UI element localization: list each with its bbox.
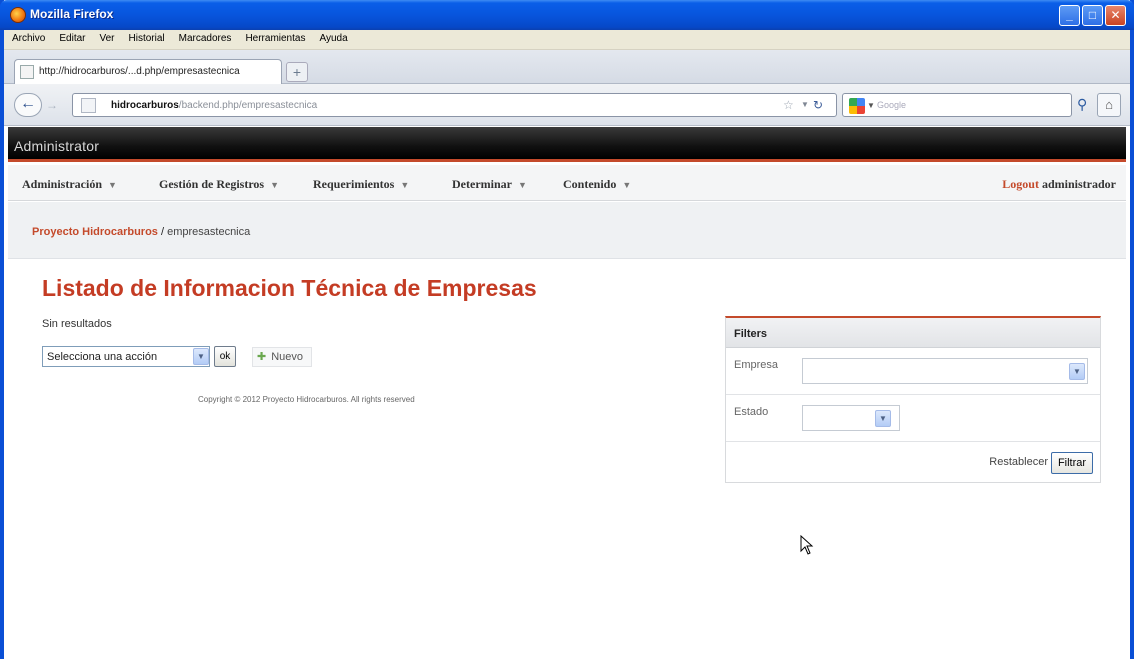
copyright-text: Copyright © 2012 Proyecto Hidrocarburos.… bbox=[198, 395, 415, 404]
batch-action-select[interactable]: Selecciona una acción ▼ bbox=[42, 346, 210, 367]
minimize-button[interactable]: _ bbox=[1059, 5, 1080, 26]
title-bar: Mozilla Firefox _ □ ✕ bbox=[0, 0, 1134, 30]
back-button[interactable]: ← bbox=[14, 93, 42, 117]
bookmark-star-icon[interactable]: ☆ bbox=[783, 98, 794, 112]
chevron-down-icon[interactable]: ▼ bbox=[875, 410, 891, 427]
breadcrumb-separator: / bbox=[157, 226, 168, 238]
menu-ayuda[interactable]: Ayuda bbox=[311, 30, 353, 44]
search-icon[interactable]: ⚲ bbox=[1077, 96, 1087, 113]
breadcrumb: Proyecto Hidrocarburos / empresastecnica bbox=[32, 226, 250, 238]
tab-label: http://hidrocarburos/...d.php/empresaste… bbox=[39, 66, 240, 77]
nav-gestion-registros[interactable]: Gestión de Registros ▼ bbox=[159, 177, 279, 192]
chevron-down-icon: ▼ bbox=[517, 180, 527, 190]
menu-bar: Archivo Editar Ver Historial Marcadores Herra… bbox=[4, 30, 1130, 50]
batch-action-value: Selecciona una acción bbox=[47, 351, 158, 363]
chevron-down-icon: ▼ bbox=[108, 180, 117, 190]
menu-archivo[interactable]: Archivo bbox=[4, 30, 51, 44]
breadcrumb-current: empresastecnica bbox=[167, 226, 251, 238]
nav-administracion[interactable]: Administración ▼ bbox=[22, 177, 117, 192]
menu-ver[interactable]: Ver bbox=[91, 30, 120, 44]
filter-button[interactable]: Filtrar bbox=[1051, 452, 1093, 474]
new-tab-button[interactable]: + bbox=[286, 62, 308, 82]
mouse-cursor-icon bbox=[800, 535, 814, 555]
menu-marcadores[interactable]: Marcadores bbox=[171, 30, 238, 44]
chevron-down-icon: ▼ bbox=[270, 180, 280, 190]
username: administrador bbox=[1041, 177, 1116, 191]
logout-link[interactable]: Logout bbox=[1002, 177, 1039, 191]
no-results-text: Sin resultados bbox=[42, 318, 112, 330]
new-button-label: Nuevo bbox=[271, 351, 304, 363]
page-icon bbox=[20, 65, 34, 79]
filters-title: Filters bbox=[726, 318, 1100, 348]
history-dropdown-icon[interactable]: ▼ bbox=[801, 100, 809, 109]
window-title: Mozilla Firefox bbox=[30, 7, 114, 21]
url-bar[interactable]: hidrocarburos/backend.php/empresastecnic… bbox=[72, 93, 837, 117]
filters-panel: Filters Empresa ▼ Estado ▼ Restablecer F… bbox=[725, 316, 1101, 483]
menu-editar[interactable]: Editar bbox=[51, 30, 91, 44]
filter-row-estado: Estado ▼ bbox=[726, 395, 1100, 442]
chevron-down-icon: ▼ bbox=[622, 180, 632, 190]
nav-contenido[interactable]: Contenido ▼ bbox=[563, 177, 631, 192]
menu-historial[interactable]: Historial bbox=[121, 30, 171, 44]
url-text[interactable]: hidrocarburos/backend.php/empresastecnic… bbox=[111, 100, 317, 111]
firefox-icon bbox=[10, 7, 26, 23]
logout-area: Logout administrador bbox=[1002, 177, 1116, 192]
chevron-down-icon: ▼ bbox=[400, 180, 410, 190]
reset-link[interactable]: Restablecer bbox=[989, 456, 1048, 468]
search-placeholder: Google bbox=[877, 100, 907, 110]
filter-actions: Restablecer Filtrar bbox=[726, 442, 1100, 484]
chevron-down-icon[interactable]: ▼ bbox=[193, 348, 209, 365]
page-title: Listado de Informacion Técnica de Empres… bbox=[42, 275, 537, 301]
empresa-label: Empresa bbox=[734, 359, 779, 371]
reload-icon[interactable]: ↻ bbox=[813, 98, 823, 112]
menu-herramientas[interactable]: Herramientas bbox=[237, 30, 311, 44]
filter-row-empresa: Empresa ▼ bbox=[726, 348, 1100, 395]
close-button[interactable]: ✕ bbox=[1105, 5, 1126, 26]
estado-select[interactable]: ▼ bbox=[802, 405, 900, 431]
breadcrumb-bar: Proyecto Hidrocarburos / empresastecnica bbox=[8, 202, 1126, 259]
main-nav: Administración ▼ Gestión de Registros ▼ Re… bbox=[8, 165, 1126, 201]
tab-empresastecnica[interactable]: http://hidrocarburos/...d.php/empresaste… bbox=[14, 59, 282, 84]
maximize-button[interactable]: □ bbox=[1082, 5, 1103, 26]
page-content: Administrator Administración ▼ Gestión de… bbox=[8, 127, 1126, 659]
page-icon bbox=[81, 98, 96, 113]
search-bar[interactable]: ▼ Google bbox=[842, 93, 1072, 117]
admin-title: Administrator bbox=[14, 138, 100, 154]
new-button[interactable]: ✚ Nuevo bbox=[252, 347, 313, 367]
plus-icon: ✚ bbox=[257, 351, 267, 363]
tab-strip: http://hidrocarburos/...d.php/empresaste… bbox=[4, 50, 1130, 84]
admin-header: Administrator bbox=[8, 127, 1126, 162]
google-icon[interactable] bbox=[849, 98, 865, 114]
breadcrumb-home-link[interactable]: Proyecto Hidrocarburos bbox=[32, 226, 158, 238]
search-engine-dropdown-icon[interactable]: ▼ bbox=[867, 101, 875, 110]
nav-determinar[interactable]: Determinar ▼ bbox=[452, 177, 527, 192]
estado-label: Estado bbox=[734, 406, 769, 418]
forward-button[interactable]: → bbox=[42, 96, 62, 114]
navigation-bar: ← → hidrocarburos/backend.php/empresaste… bbox=[4, 84, 1130, 126]
empresa-select[interactable]: ▼ bbox=[802, 358, 1088, 384]
ok-button[interactable]: ok bbox=[214, 346, 236, 367]
home-icon[interactable]: ⌂ bbox=[1097, 93, 1121, 117]
chevron-down-icon[interactable]: ▼ bbox=[1069, 363, 1085, 380]
nav-requerimientos[interactable]: Requerimientos ▼ bbox=[313, 177, 409, 192]
